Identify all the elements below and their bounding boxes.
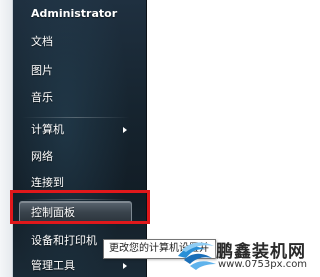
menu-item-network[interactable]: 网络 [17,146,135,168]
menu-item-label: 文档 [31,35,53,48]
menu-item-label: 网络 [31,150,53,163]
menu-item-label: 管理工具 [31,259,75,272]
menu-item-administrator[interactable]: Administrator [17,3,135,25]
menu-item-pictures[interactable]: 图片 [17,60,135,82]
start-menu-left-pane [0,0,13,277]
site-logo-icon [178,242,216,270]
menu-item-music[interactable]: 音乐 [17,87,135,109]
menu-separator [22,117,130,118]
submenu-arrow-icon [123,127,127,133]
menu-item-label: 音乐 [31,91,53,104]
menu-item-label: Administrator [31,7,118,20]
menu-item-documents[interactable]: 文档 [17,31,135,53]
menu-item-label: 图片 [31,64,53,77]
submenu-arrow-icon [123,263,127,269]
menu-item-computer[interactable]: 计算机 [17,119,135,141]
site-watermark: 鹏鑫装机网 www.0753px.com [176,236,307,277]
red-highlight-box [10,190,150,224]
menu-item-label: 连接到 [31,176,64,189]
watermark-url: www.0753px.com [218,259,308,270]
menu-item-label: 计算机 [31,123,64,136]
menu-item-label: 设备和打印机 [31,234,97,247]
